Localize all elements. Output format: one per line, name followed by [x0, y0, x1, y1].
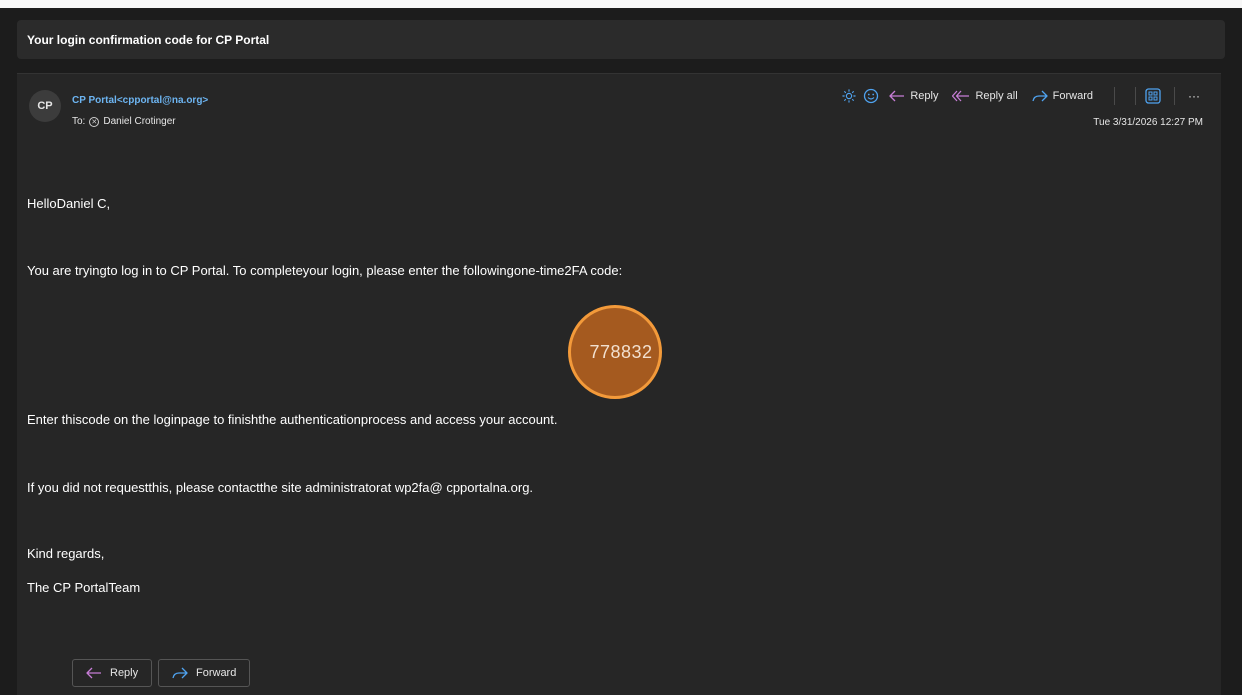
verification-code: 778832 [589, 341, 653, 362]
reply-icon [86, 667, 101, 679]
forward-icon [172, 667, 188, 679]
more-options-icon[interactable]: ··· [1183, 86, 1205, 106]
contact-text: If you did not requestthis, please conta… [27, 480, 534, 495]
recipient-name[interactable]: Daniel Crotinger [103, 116, 175, 127]
brightness-icon[interactable] [838, 86, 860, 106]
sender-avatar[interactable]: CP [29, 90, 61, 122]
toolbar-divider [1174, 87, 1175, 105]
reply-button[interactable]: Reply [882, 86, 945, 106]
to-label: To: [72, 116, 86, 127]
email-subject-bar: Your login confirmation code for CP Port… [17, 20, 1225, 59]
code-highlight-circle: 778832 [568, 305, 662, 399]
forward-icon [1032, 90, 1048, 102]
forward-button[interactable]: Forward [1025, 86, 1100, 106]
avatar-initials: CP [37, 100, 53, 112]
signoff-text: Kind regards, [27, 546, 105, 561]
toolbar-divider [1114, 87, 1115, 105]
intro-text: You are tryingto log in to CP Portal. To… [27, 263, 623, 278]
window-top-strip [0, 0, 1242, 8]
recipient-line: To: ✕ Daniel Crotinger [72, 116, 176, 127]
email-subject: Your login confirmation code for CP Port… [27, 32, 270, 47]
footer-reply-label: Reply [110, 667, 139, 679]
apps-icon[interactable] [1142, 86, 1164, 106]
emoji-reaction-icon[interactable] [860, 86, 882, 106]
sender-name[interactable]: CP Portal<cpportal@na.org> [72, 95, 208, 106]
reply-all-label: Reply all [975, 90, 1018, 102]
footer-reply-button[interactable]: Reply [72, 659, 153, 687]
message-timestamp: Tue 3/31/2026 12:27 PM [1093, 117, 1203, 128]
toolbar-divider [1135, 87, 1136, 105]
email-message: CP CP Portal<cpportal@na.org> To: ✕ Dani… [17, 73, 1221, 695]
reply-label: Reply [910, 90, 939, 102]
reply-all-icon [952, 90, 970, 102]
reply-all-button[interactable]: Reply all [945, 86, 1024, 106]
message-actions-toolbar: Reply Reply all Forward ··· [838, 86, 1205, 106]
footer-forward-button[interactable]: Forward [158, 659, 251, 687]
greeting-text: HelloDaniel C, [27, 196, 111, 211]
footer-forward-label: Forward [196, 667, 237, 679]
reply-icon [889, 90, 905, 102]
recipient-status-icon: ✕ [89, 116, 100, 127]
instructions-text: Enter thiscode on the loginpage to finis… [27, 412, 558, 427]
signature-text: The CP PortalTeam [27, 580, 141, 595]
forward-label: Forward [1052, 90, 1093, 102]
